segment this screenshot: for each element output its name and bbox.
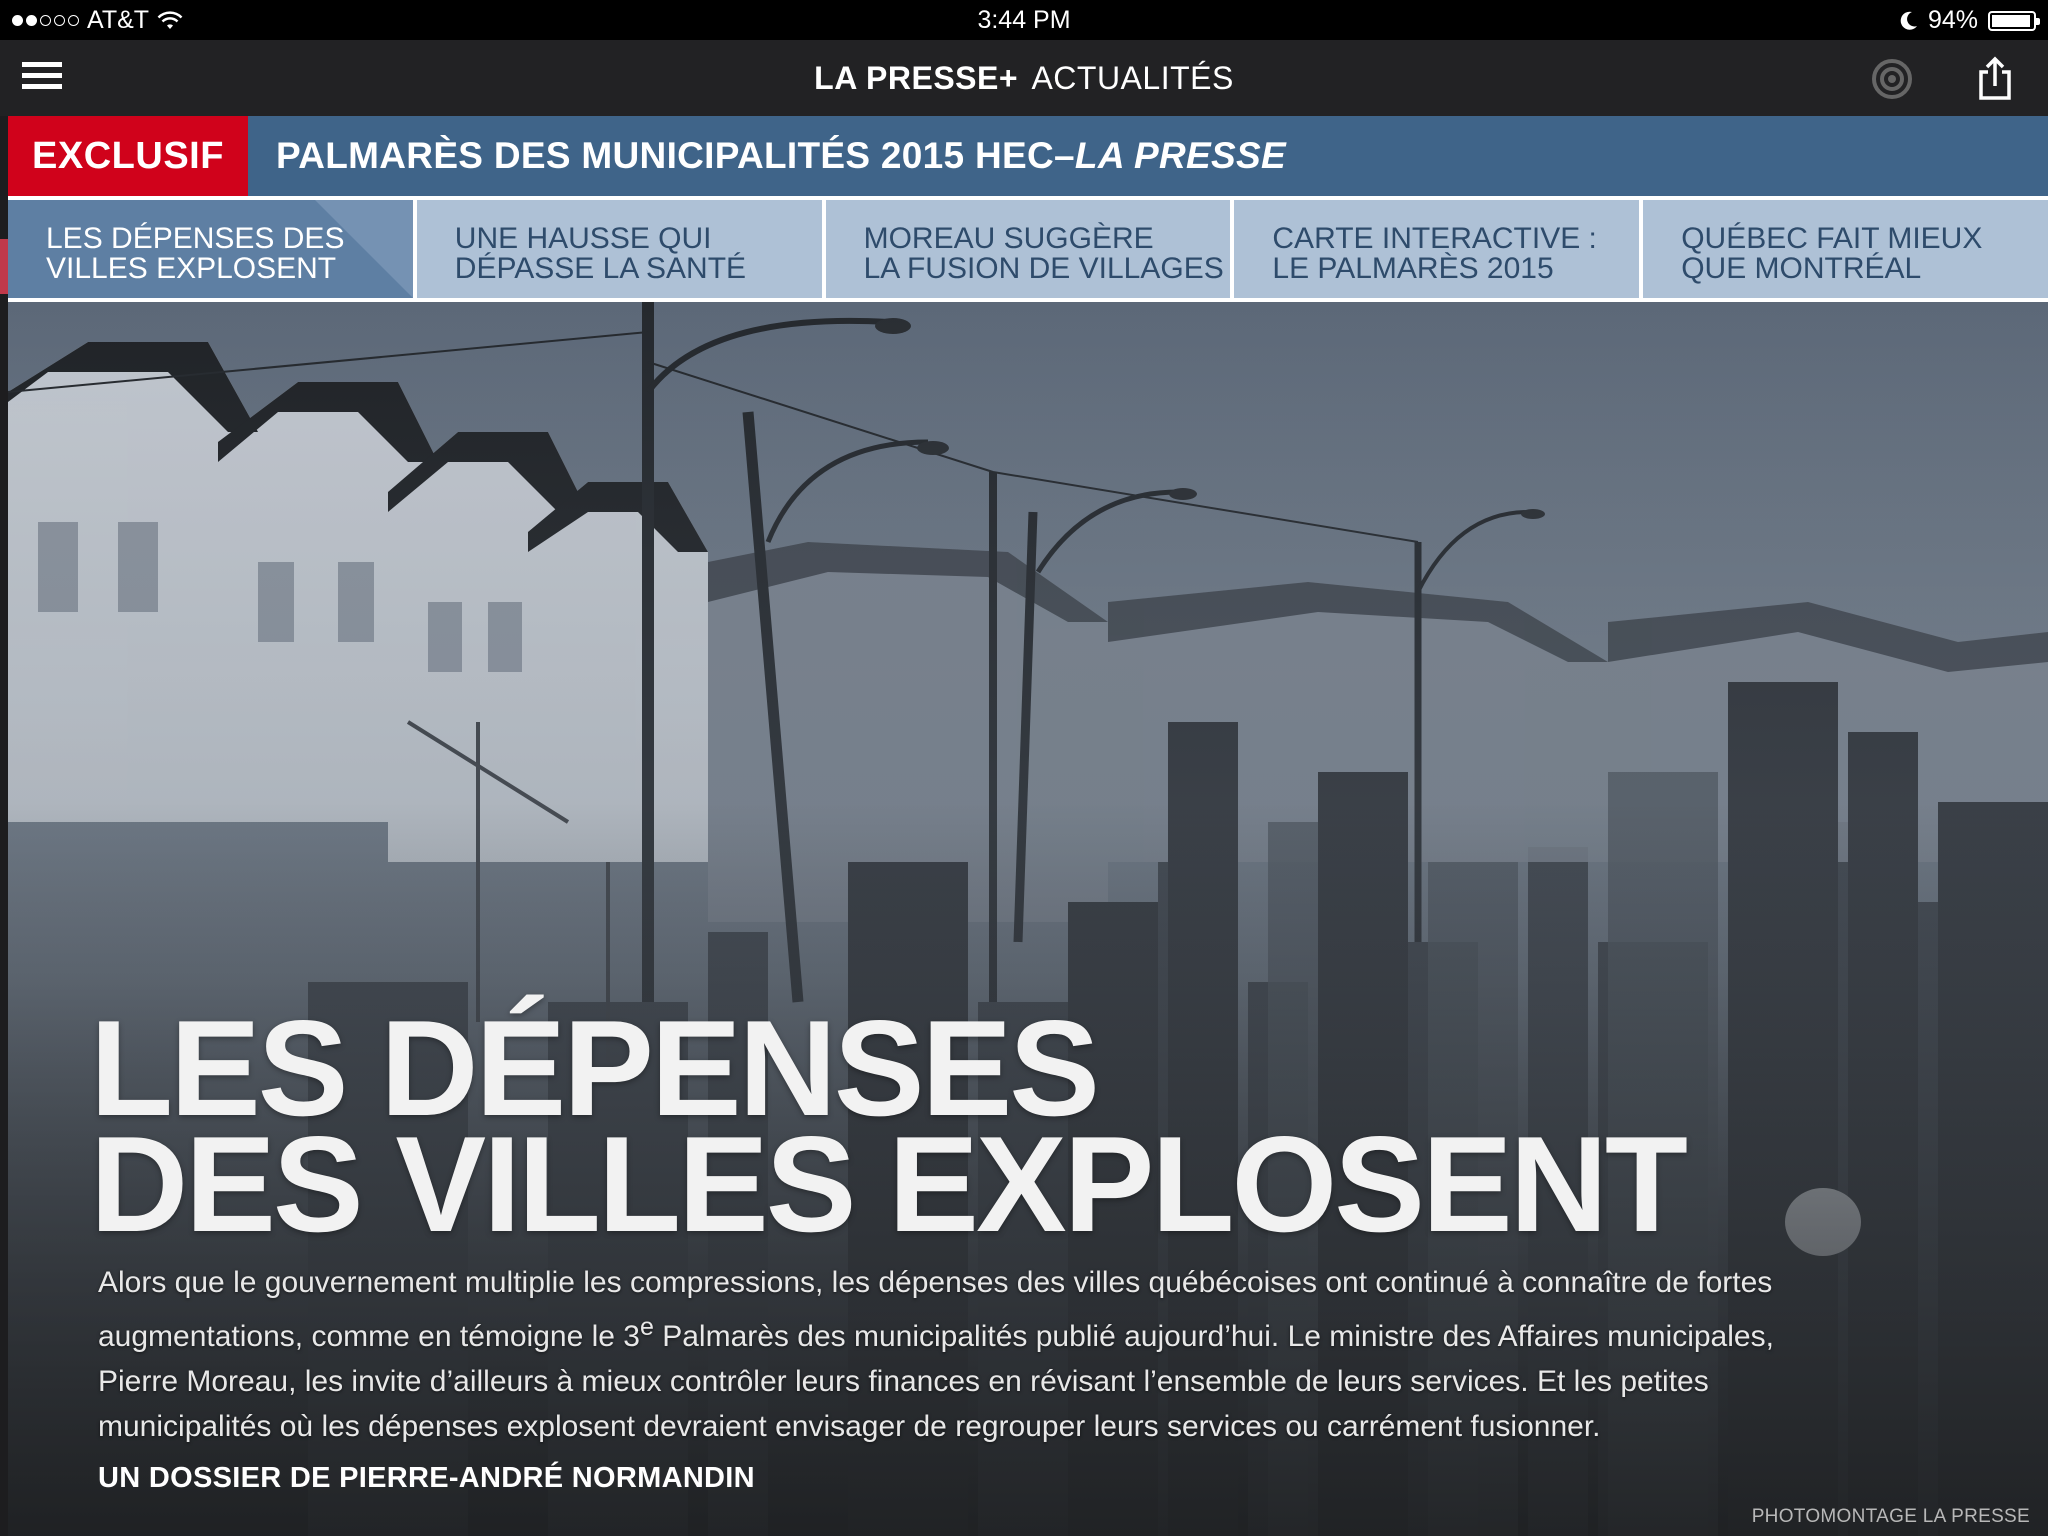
section-marker bbox=[0, 239, 8, 294]
broadcast-button[interactable] bbox=[1871, 58, 1913, 100]
article-byline: UN DOSSIER DE PIERRE-ANDRÉ NORMANDIN bbox=[98, 1462, 755, 1494]
share-button[interactable] bbox=[1975, 56, 2015, 100]
tab-moreau-fusion[interactable]: Moreau suggère la fusion de villages bbox=[825, 200, 1231, 298]
tab-label-line2: villes explosent bbox=[46, 252, 337, 285]
section-label: ACTUALITÉS bbox=[1031, 60, 1234, 96]
tab-label-line2: la fusion de villages bbox=[863, 252, 1224, 285]
dossier-title-italic: LA PRESSE bbox=[1074, 135, 1286, 176]
tab-label-line1: Carte interactive : bbox=[1272, 222, 1597, 255]
tab-label-line2: que Montréal bbox=[1681, 252, 1922, 285]
battery-fill bbox=[1992, 14, 2030, 27]
share-icon bbox=[1979, 56, 2011, 100]
headline-line2: des villes explosent bbox=[90, 1108, 1688, 1260]
tab-label-line1: Une hausse qui bbox=[454, 222, 712, 255]
battery-percent: 94% bbox=[1927, 6, 1978, 34]
article-dek: Alors que le gouvernement multiplie les … bbox=[98, 1260, 1858, 1449]
photo-credit: PHOTOMONTAGE LA PRESSE bbox=[1751, 1506, 2030, 1527]
exclusive-badge: EXCLUSIF bbox=[8, 116, 248, 196]
status-bar: AT&T 3:44 PM 94% bbox=[0, 0, 2048, 40]
dossier-title-main: PALMARÈS DES MUNICIPALITÉS 2015 HEC– bbox=[276, 135, 1075, 176]
brand-label: LA PRESSE+ bbox=[814, 60, 1019, 96]
article-headline: Les dépenses des villes explosent bbox=[90, 1000, 1688, 1260]
app-header: LA PRESSE+ ACTUALITÉS bbox=[0, 40, 2048, 116]
tab-hausse-sante[interactable]: Une hausse qui dépasse la santé bbox=[416, 200, 822, 298]
status-right: 94% bbox=[1900, 6, 2040, 35]
tab-label-line2: le palmarès 2015 bbox=[1272, 252, 1554, 285]
tab-label-line2: dépasse la santé bbox=[454, 252, 747, 285]
moon-icon bbox=[1900, 11, 1917, 30]
tab-carte-interactive[interactable]: Carte interactive : le palmarès 2015 bbox=[1234, 200, 1640, 298]
tab-label-line1: Québec fait mieux bbox=[1681, 222, 1983, 255]
tab-quebec-montreal[interactable]: Québec fait mieux que Montréal bbox=[1643, 200, 2048, 298]
battery-icon bbox=[1988, 10, 2040, 31]
clock: 3:44 PM bbox=[977, 6, 1071, 34]
tab-label-line1: Les dépenses des bbox=[46, 222, 345, 255]
left-edge-strip bbox=[0, 116, 8, 1536]
tab-depenses-villes[interactable]: Les dépenses des villes explosent bbox=[8, 200, 413, 298]
hero-photomontage: Les dépenses des villes explosent Alors … bbox=[8, 302, 2048, 1536]
dossier-banner[interactable]: EXCLUSIF PALMARÈS DES MUNICIPALITÉS 2015… bbox=[8, 116, 2048, 196]
tab-label-line1: Moreau suggère bbox=[863, 222, 1154, 255]
broadcast-icon bbox=[1872, 59, 1912, 99]
app-title: LA PRESSE+ ACTUALITÉS bbox=[0, 60, 2048, 97]
dossier-title: PALMARÈS DES MUNICIPALITÉS 2015 HEC–LA P… bbox=[276, 116, 1286, 196]
dek-superscript: e bbox=[639, 1313, 654, 1341]
dossier-tabs: Les dépenses des villes explosent Une ha… bbox=[8, 196, 2048, 302]
